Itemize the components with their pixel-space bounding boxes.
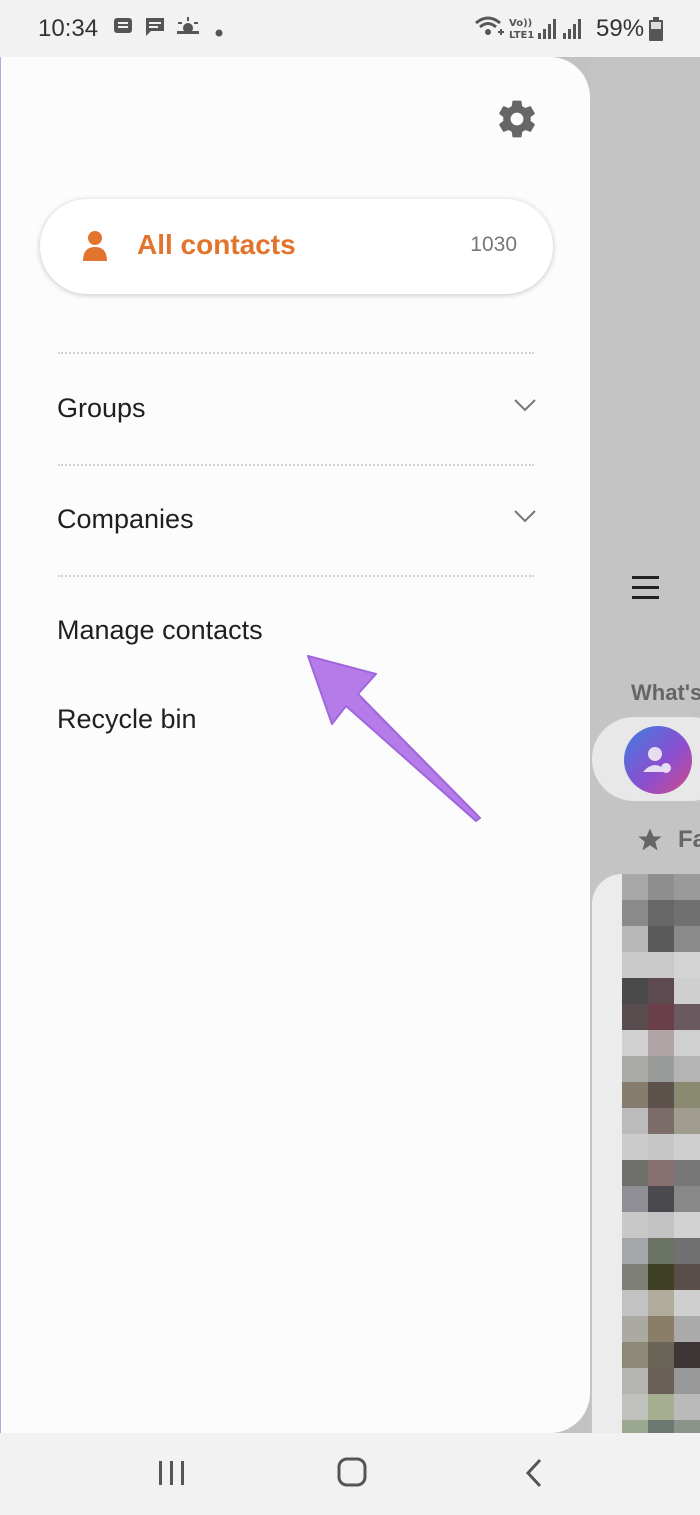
signal-icon <box>562 18 582 45</box>
companies-item[interactable]: Companies <box>57 492 537 552</box>
profile-icon <box>643 747 671 773</box>
all-contacts-button[interactable]: All contacts 1030 <box>40 199 553 294</box>
svg-text:LTE1: LTE1 <box>509 30 534 40</box>
annotation-arrow <box>300 650 490 830</box>
weather-icon <box>175 16 201 43</box>
navigation-bar <box>0 1433 700 1515</box>
companies-label: Companies <box>57 504 194 534</box>
background-favorites-label: Fa <box>678 826 700 853</box>
recents-icon[interactable] <box>150 1453 194 1493</box>
svg-text:Vo)): Vo)) <box>509 18 532 29</box>
blurred-contacts <box>622 874 700 1446</box>
message-icon <box>113 16 133 41</box>
wifi-calling-icon <box>474 14 506 45</box>
volte-lte-icon: Vo)) LTE1 <box>508 16 536 45</box>
chevron-down-icon[interactable] <box>513 397 537 418</box>
divider <box>58 575 534 577</box>
dot-icon <box>215 24 223 42</box>
avatar <box>624 726 692 794</box>
manage-contacts-label: Manage contacts <box>57 615 263 645</box>
status-bar: 10:34 Vo)) LTE1 59% <box>0 0 700 57</box>
home-icon[interactable] <box>330 1453 374 1493</box>
hamburger-icon[interactable] <box>632 574 660 605</box>
divider <box>58 352 534 354</box>
person-icon <box>80 229 110 268</box>
chevron-down-icon[interactable] <box>513 508 537 529</box>
star-icon <box>636 826 664 859</box>
contacts-count: 1030 <box>470 233 517 256</box>
chat-icon <box>144 16 166 43</box>
back-icon[interactable] <box>512 1453 556 1493</box>
gear-icon[interactable] <box>495 97 539 141</box>
navigation-drawer: All contacts 1030 Groups Companies Manag… <box>0 57 590 1433</box>
divider <box>58 464 534 466</box>
background-section-label: What's <box>631 680 700 705</box>
groups-label: Groups <box>57 393 146 423</box>
all-contacts-label: All contacts <box>137 229 296 260</box>
recycle-bin-label: Recycle bin <box>57 704 197 734</box>
signal-icon <box>537 18 557 45</box>
battery-percent: 59% <box>596 15 645 42</box>
battery-icon <box>649 17 663 46</box>
groups-item[interactable]: Groups <box>57 381 537 441</box>
status-time: 10:34 <box>38 15 99 42</box>
